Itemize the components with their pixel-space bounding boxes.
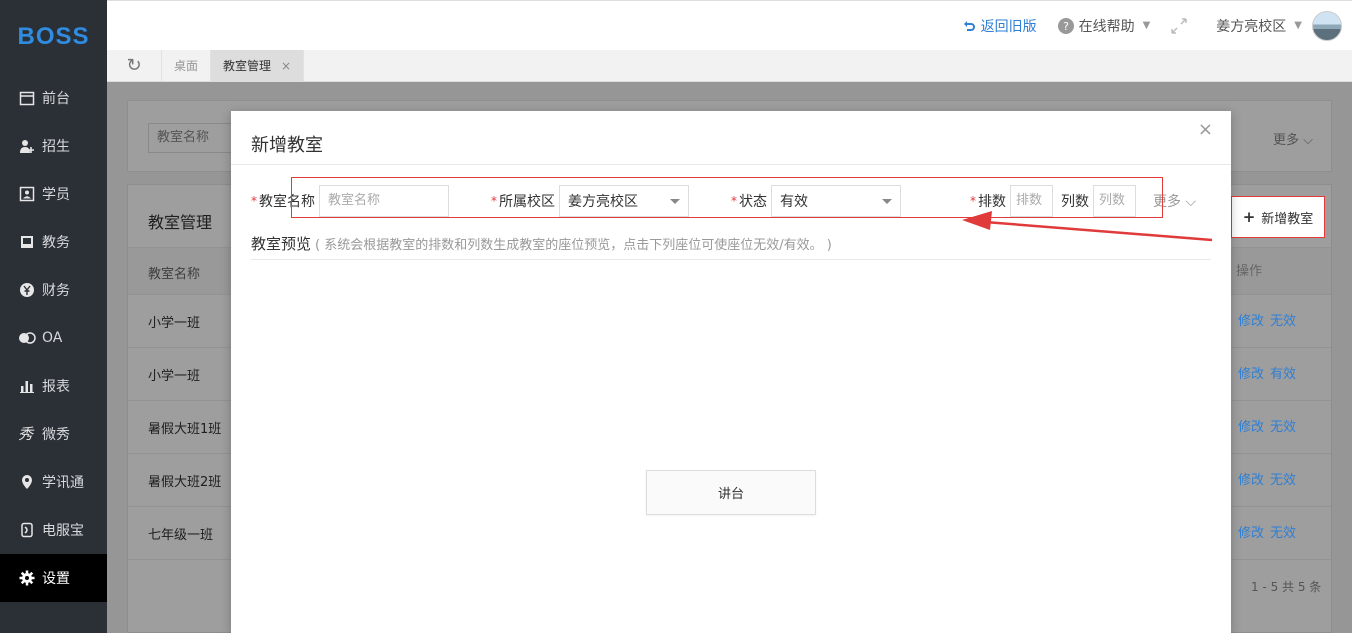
add-user-icon [18,137,36,155]
row-actions: 修改 无效 [1238,416,1302,435]
avatar[interactable] [1312,10,1342,41]
location-icon [18,473,36,491]
edit-link[interactable]: 修改 [1238,367,1264,382]
back-icon [961,18,977,34]
sidebar: BOSS 前台招生学员教务财务 OA 报表秀微秀学讯通电服宝设置 [0,0,107,633]
bar-chart-icon [18,377,36,395]
pagination-info: 1 - 5 共 5 条 [1251,580,1322,594]
back-old-version-label: 返回旧版 [980,18,1037,35]
chevron-down-icon: ▼ [1142,20,1151,31]
fullscreen-button[interactable] [1170,17,1188,35]
divider [251,259,1211,260]
toggle-status-link[interactable]: 无效 [1270,420,1296,435]
id-card-icon [18,185,36,203]
sidebar-item-label: 设置 [42,571,70,587]
add-classroom-button[interactable]: + 新增教室 [1231,196,1325,238]
sidebar-item-label: 学员 [42,187,70,203]
svg-text:秀: 秀 [18,426,35,442]
sidebar-item-label: 教务 [42,235,70,251]
toggle-icon [18,329,36,347]
edit-link[interactable]: 修改 [1238,526,1264,541]
plus-icon: + [1242,208,1256,226]
sidebar-item-label: 报表 [42,379,70,395]
tab-classroom-management[interactable]: 教室管理 × [211,50,305,81]
logo: BOSS [17,23,90,50]
sidebar-item-0[interactable]: 前台 [0,74,107,122]
add-classroom-label: 新增教室 [1261,211,1314,227]
row-actions: 修改 无效 [1238,522,1302,541]
preview-hint: ( 系统会根据教室的排数和列数生成教室的座位预览，点击下列座位可使座位无效/有效… [315,238,832,253]
sidebar-item-label: 前台 [42,91,70,107]
book-icon [18,233,36,251]
toggle-status-link[interactable]: 无效 [1270,526,1296,541]
sidebar-item-6[interactable]: 报表 [0,362,107,410]
phone-icon [18,521,36,539]
svg-text:?: ? [1063,20,1069,33]
operation-column: 操作 修改 无效 修改 有效 修改 无效 修改 无效 修改 无效 1 - 5 共 5 条 [1231,238,1331,633]
sidebar-item-5[interactable]: OA [0,314,107,362]
close-icon[interactable]: × [281,59,291,73]
toggle-status-link[interactable]: 无效 [1270,314,1296,329]
tab-label: 桌面 [174,59,199,73]
xiu-icon: 秀 [18,425,36,443]
row-actions: 修改 有效 [1238,363,1302,382]
tab-label: 教室管理 [223,59,272,73]
sidebar-item-1[interactable]: 招生 [0,122,107,170]
online-help-label: 在线帮助 [1078,18,1135,35]
required-mark: * [251,194,257,208]
annotation-highlight-box [291,177,1163,218]
edit-link[interactable]: 修改 [1238,420,1264,435]
online-help-menu[interactable]: ? 在线帮助 ▼ [1057,16,1151,36]
campus-label: 姜方亮校区 [1216,18,1287,35]
top-bar: 返回旧版 ? 在线帮助 ▼ 姜方亮校区 ▼ [107,0,1352,50]
sidebar-item-label: 财务 [42,283,70,299]
preview-section: 教室预览( 系统会根据教室的排数和列数生成教室的座位预览，点击下列座位可使座位无… [251,233,832,254]
yen-icon [18,281,36,299]
tab-desktop[interactable]: 桌面 [162,50,212,81]
sidebar-item-7[interactable]: 秀微秀 [0,410,107,458]
sidebar-item-label: 招生 [42,139,70,155]
edit-link[interactable]: 修改 [1238,314,1264,329]
dialog-title: 新增教室 [251,135,323,156]
refresh-icon[interactable]: ↻ [107,50,162,81]
sidebar-item-2[interactable]: 学员 [0,170,107,218]
help-icon: ? [1057,17,1075,35]
campus-menu[interactable]: 姜方亮校区 ▼ [1216,16,1302,36]
expand-icon [1170,17,1188,35]
calendar-icon [18,89,36,107]
sidebar-item-label: OA [42,330,63,346]
tab-bar: ↻ 桌面 教室管理 × [107,50,1352,82]
sidebar-item-10[interactable]: 设置 [0,554,107,602]
divider [231,164,1231,165]
preview-title: 教室预览 [251,235,312,253]
sidebar-item-3[interactable]: 教务 [0,218,107,266]
sidebar-item-label: 学讯通 [42,475,84,491]
gear-icon [18,569,36,587]
sidebar-item-label: 电服宝 [42,523,84,539]
toggle-status-link[interactable]: 无效 [1270,473,1296,488]
row-actions: 修改 无效 [1238,310,1302,329]
sidebar-item-4[interactable]: 财务 [0,266,107,314]
back-old-version-link[interactable]: 返回旧版 [961,16,1037,36]
toggle-status-link[interactable]: 有效 [1270,367,1296,382]
sidebar-item-8[interactable]: 学讯通 [0,458,107,506]
podium: 讲台 [646,470,816,515]
close-icon[interactable]: × [1198,119,1213,140]
column-header-operation: 操作 [1236,264,1263,279]
edit-link[interactable]: 修改 [1238,473,1264,488]
sidebar-item-label: 微秀 [42,427,70,443]
row-actions: 修改 无效 [1238,469,1302,488]
sidebar-item-9[interactable]: 电服宝 [0,506,107,554]
chevron-down-icon: ▼ [1294,20,1302,31]
